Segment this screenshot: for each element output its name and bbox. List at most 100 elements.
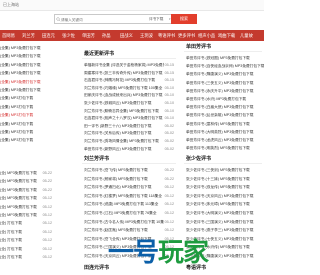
list-item[interactable]: 单田芳评书 (童林传) MP3免费打包下载 [186,121,264,128]
list-item[interactable]: (全) MP3免费打包下载 05-22 [0,186,52,194]
list-item[interactable]: 张少佐评书 (铁城风云) MP3免费打包下载 05-10 [84,100,174,107]
list-item-title[interactable]: 刘兰芳评书 (古今名人传) MP3免费打包下载 10集 [84,219,164,226]
list-item[interactable]: 刘兰芳评书 (罗通扫北) MP3免费打包下载 05-12 [84,184,174,192]
list-item-title[interactable]: 单田芳评书 (铁冠图) MP3免费打包下载 [186,55,250,62]
nav-item[interactable]: 粤语评书 [158,33,175,39]
list-item[interactable]: 单田芳评书 (乱世枭雄) MP3免费打包下载 [186,112,264,119]
list-item[interactable]: 刘兰芳评书 (岳飞传) MP3免费打包下载 05-22 [84,167,174,174]
list-item[interactable]: 石连君评书 (神鹰冯阿花) MP3免费打包下载 05-15 [84,77,174,85]
list-item-title[interactable]: 刘兰芳评书 (说唐) MP3免费打包下载 113集全 [84,201,158,208]
list-item-title[interactable]: 刘兰芳评书 (聊斋志异全集) MP3免费打包下载 [84,108,159,115]
nav-item[interactable]: 田战义 [120,33,133,39]
list-item-title[interactable]: (全集) MP3打包下载 [0,137,33,144]
list-item-title[interactable]: 张少佐评书 (大明演义) MP3免费打包下载 [186,210,253,217]
list-item[interactable]: 张少佐评书 (双龙传) MP3免费打包下载 [186,184,264,191]
list-item-title[interactable]: 单田芳评书 (百侠经血战京师) MP3免费打包下载 [186,63,264,70]
list-item[interactable]: 张少佐评书 (天京风云) MP3免费打包下载 [186,193,264,200]
list-item[interactable]: 单田芳评书 (大明英烈) MP3免费打包下载 [186,129,264,136]
list-item-title[interactable]: 刘兰芳评书 (巧姻缘) MP3免费打包下载 100集全 [84,85,162,92]
list-item[interactable]: (全集) MP3免费打包下载 [0,87,52,94]
list-item-title[interactable]: 刘兰芳评书 (秀场风情全集) MP3免费打包下载 [84,138,159,145]
list-item-title[interactable]: (全) MP3免费打包下载 [0,212,37,219]
top-link[interactable]: 已上海站 [3,2,19,8]
list-item[interactable]: (全) MP3免费打包下载 05-12 [0,195,52,203]
list-item-title[interactable]: 刘兰芳评书 (罗通扫北) MP3免费打包下载 [84,184,151,191]
list-item-title[interactable]: (全) 打包下载 [0,229,22,236]
list-item-title[interactable]: 刘兰芳评书 (红楼梦) MP3免费打包下载 118集全 [84,193,162,200]
list-item-title[interactable]: (全) MP3免费打包下载 [0,178,37,185]
list-item[interactable]: 单田芳评书 (龙虎风云) MP3免费打包下载 [186,137,264,144]
list-item-title[interactable]: 单田芳评书 (三侠五义) MP3免费打包下载 [186,80,253,87]
list-item-title[interactable]: 单田芳评书 (永庆升平) MP3免费打包下载 [186,88,253,95]
list-item[interactable]: (全集) MP3打包下载 [0,129,52,136]
nav-item[interactable]: 首网易 [2,33,15,39]
list-item-title[interactable]: (全) 打包下载 [0,254,22,261]
list-item-title[interactable]: 刘兰芳评书 (关系后传) MP3免费打包下载 [84,130,151,137]
list-item-title[interactable]: (全集) MP3免费打包下载 [0,87,41,94]
list-item-title[interactable]: 单田芳评书 (大明英烈) MP3免费打包下载 [186,129,253,136]
list-item-title[interactable]: (全集) MP3免费打包下载 [0,79,41,86]
list-item[interactable]: (全) MP3免费打包下载 05-12 [0,212,52,219]
list-item-title[interactable]: 单田芳评书 (白眉大侠) MP3免费打包下载 [186,104,253,111]
list-item-title[interactable]: (全集) MP3免费打包下载 [0,70,41,77]
list-item-title[interactable]: 刘兰芳评书 (岳飞传) MP3免费打包下载 [84,167,148,174]
list-item[interactable]: (全集) MP3打包下载 [0,137,52,144]
list-item[interactable]: (全) 打包下载 05-12 [0,237,52,245]
list-item-title[interactable]: 单福新评书全集 (评选关于金枪杨家将) MP3免费打包下载 [84,62,174,69]
list-item[interactable]: (全) MP3免费打包下载 05-12 [0,203,52,211]
list-item-title[interactable]: 单田芳评书 (新野风云) MP3免费打包下载 [84,146,151,153]
list-item-title[interactable]: (全集) MP3打包下载 [0,112,33,119]
list-item-title[interactable]: 张少佐评书 (十三妹) MP3免费打包下载 [186,176,250,183]
list-item[interactable]: 刘兰芳评书 (巧姻缘) MP3免费打包下载 100集全 05-10 [84,84,174,92]
list-item-title[interactable]: 石连君评书 (神鹰冯阿花) MP3免费打包下载 [84,77,155,84]
list-item[interactable]: (全集) MP3打包下载 [0,104,52,111]
nav-item[interactable]: 孙晶 [102,33,111,39]
nav-item[interactable]: 田连元 [42,33,55,39]
nav-item[interactable]: 相声小品 [198,33,215,39]
list-item-title[interactable]: (全) MP3免费打包下载 [0,204,37,211]
list-item[interactable]: (全集) MP3免费打包下载 [0,45,52,52]
list-item-title[interactable]: 张少佐评书 (三侠剑) MP3免费打包下载 [186,167,250,174]
list-item[interactable]: 单田芳评书 (百侠经血战京师) MP3免费打包下载 [186,63,264,70]
nav-item[interactable]: 单田芳 [82,33,95,39]
list-item[interactable]: 单田芳评书 (隋唐演义) MP3免费打包下载 [186,71,264,78]
list-item[interactable]: 张少佐评书 (朱元璋) MP3免费打包下载 [186,201,264,208]
list-item[interactable]: (全) 打包下载 05-12 [0,254,52,261]
nav-item[interactable]: 戏曲下载 [218,33,235,39]
list-item-title[interactable]: (全) MP3免费打包下载 [0,195,37,202]
list-item-title[interactable]: 张少佐评书 (天京风云) MP3免费打包下载 [186,193,253,200]
list-item[interactable]: (全集) MP3免费打包下载 [0,62,52,69]
list-item-title[interactable]: 单田芳评书 (隋唐演义) MP3免费打包下载 [186,71,253,78]
list-item[interactable]: 石连君评书 (相声之十八罗汉) MP3免费打包下载 05-10 [84,115,174,123]
search-input[interactable] [61,16,119,23]
list-item-title[interactable]: (全集) MP3免费打包下载 [0,45,41,52]
list-item[interactable]: 单田芳评书 (白眉大侠) MP3免费打包下载 [186,104,264,111]
list-item-title[interactable]: 单田芳评书 (龙虎风云) MP3免费打包下载 [186,137,253,144]
nav-item[interactable]: 更多评书 [178,33,195,39]
list-item[interactable]: (全) 打包下载 05-12 [0,245,52,253]
list-item[interactable]: 单田芳评书 (永庆升平) MP3免费打包下载 [186,88,264,95]
list-item[interactable]: 单田芳评书 (水浒) MP3免费打包下载 [186,96,264,103]
list-item-title[interactable]: 周建寒评书 (张三丰传奇外传) MP3免费打包下载 [84,70,162,77]
list-item-title[interactable]: (全集) MP3打包下载 [0,95,33,102]
list-item[interactable]: 单田芳评书 (明英烈) MP3免费打包下载 [186,145,264,152]
list-item[interactable]: 张少佐评书 (大明演义) MP3免费打包下载 [186,210,264,217]
list-item-title[interactable]: (全) 打包下载 [0,237,22,244]
list-item[interactable]: 单田芳评书 (三侠五义) MP3免费打包下载 [186,80,264,87]
list-item[interactable]: (全) 打包下载 05-12 [0,220,52,228]
list-item-title[interactable]: (全集) MP3打包下载 [0,104,33,111]
list-item[interactable]: (全集) MP3打包下载 [0,112,52,119]
list-item-title[interactable]: 石连君评书 (相声之十八罗汉) MP3免费打包下载 [84,115,162,122]
list-item[interactable]: 刘兰芳评书 (江石) MP3免费打包下载 76集全 05-12 [84,210,174,217]
list-item-title[interactable]: (全集) MP3免费打包下载 [0,53,41,60]
list-item[interactable]: (全集) MP3打包下载 [0,121,52,128]
list-item[interactable]: 张少佐评书 (十三妹) MP3免费打包下载 [186,176,264,183]
nav-item[interactable]: 刘兰芳 [22,33,35,39]
list-item-title[interactable]: (全) MP3免费打包下载 [0,170,37,177]
list-item-title[interactable]: (全集) MP3打包下载 [0,121,33,128]
nav-item[interactable]: 儿童故 [240,33,253,39]
list-item[interactable]: 单福新评书全集 (评选关于金枪杨家将) MP3免费打包下载 05-15 [84,62,174,69]
search-button[interactable]: 搜索 [171,14,197,24]
list-item[interactable]: 刘兰芳评书 (关系后传) MP3免费打包下载 05-02 [84,130,174,138]
list-item-title[interactable]: (全集) MP3免费打包下载 [0,62,41,69]
